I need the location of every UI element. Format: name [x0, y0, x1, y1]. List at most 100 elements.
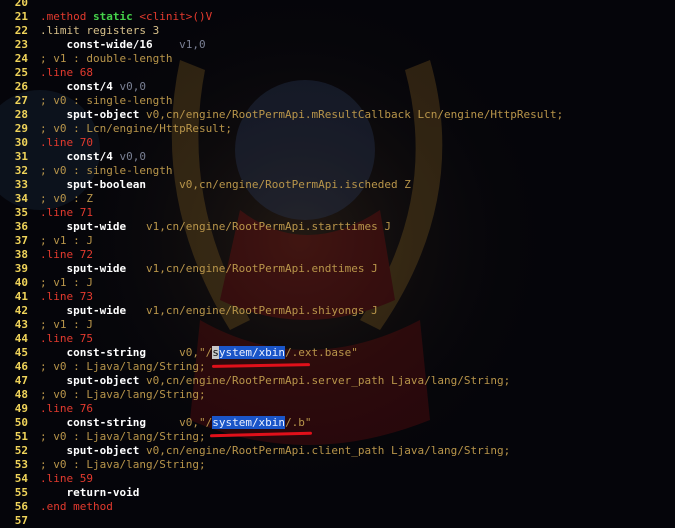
code-text: sput-wide v1,cn/engine/RootPermApi.start… [40, 220, 391, 233]
code-line[interactable]: 33 sput-boolean v0,cn/engine/RootPermApi… [0, 178, 675, 192]
line-number: 36 [14, 220, 28, 233]
code-token: v0,cn/engine/RootPermApi.client_path Lja… [139, 444, 511, 457]
code-line[interactable]: 42 sput-wide v1,cn/engine/RootPermApi.sh… [0, 304, 675, 318]
code-line[interactable]: 28 sput-object v0,cn/engine/RootPermApi.… [0, 108, 675, 122]
line-number: 42 [14, 304, 28, 317]
code-line[interactable]: 20 [0, 0, 675, 10]
code-line[interactable]: 48 ; v0 : Ljava/lang/String; [0, 388, 675, 402]
line-number: 39 [14, 262, 28, 275]
code-token: ; v1 : J [40, 234, 93, 247]
code-token: sput-object [40, 444, 140, 457]
code-token: .line 72 [40, 248, 93, 261]
code-token: .end method [40, 500, 113, 513]
code-token: ystem/xbin [218, 346, 286, 359]
code-text: ; v0 : Z [40, 192, 93, 205]
code-line[interactable]: 46 ; v0 : Ljava/lang/String; [0, 360, 675, 374]
code-line[interactable]: 40 ; v1 : J [0, 276, 675, 290]
code-text: .line 73 [40, 290, 93, 303]
code-token: static [92, 10, 140, 23]
code-text: .line 72 [40, 248, 93, 261]
code-token: ; v1 : J [40, 276, 93, 289]
code-text: .line 75 [40, 332, 93, 345]
code-line[interactable]: 24 ; v1 : double-length [0, 52, 675, 66]
code-line[interactable]: 36 sput-wide v1,cn/engine/RootPermApi.st… [0, 220, 675, 234]
code-token: ; v0 : Ljava/lang/String; [40, 388, 206, 401]
code-line[interactable]: 23 const-wide/16 v1,0 [0, 38, 675, 52]
line-number: 24 [14, 52, 28, 65]
code-text: const-string v0,"/system/xbin/.ext.base" [40, 346, 358, 359]
code-line[interactable]: 52 sput-object v0,cn/engine/RootPermApi.… [0, 444, 675, 458]
line-number: 48 [14, 388, 28, 401]
code-text: ; v0 : Ljava/lang/String; [40, 458, 206, 471]
line-number: 53 [14, 458, 28, 471]
code-text: ; v0 : single-length [40, 94, 172, 107]
line-number: 51 [14, 430, 28, 443]
code-line[interactable]: 25 .line 68 [0, 66, 675, 80]
code-line[interactable]: 35 .line 71 [0, 206, 675, 220]
code-line[interactable]: 41 .line 73 [0, 290, 675, 304]
code-text: sput-wide v1,cn/engine/RootPermApi.endti… [40, 262, 377, 275]
line-number: 31 [14, 150, 28, 163]
code-line[interactable]: 32 ; v0 : single-length [0, 164, 675, 178]
code-text: return-void [40, 486, 139, 499]
code-line[interactable]: 39 sput-wide v1,cn/engine/RootPermApi.en… [0, 262, 675, 276]
code-line[interactable]: 30 .line 70 [0, 136, 675, 150]
code-token: ; v1 : J [40, 318, 93, 331]
code-token: .limit registers 3 [40, 24, 160, 37]
code-line[interactable]: 29 ; v0 : Lcn/engine/HttpResult; [0, 122, 675, 136]
code-text: const-wide/16 v1,0 [40, 38, 206, 51]
line-number: 21 [14, 10, 28, 23]
code-line[interactable]: 21 .method static <clinit>()V [0, 10, 675, 24]
code-line[interactable]: 34 ; v0 : Z [0, 192, 675, 206]
line-number: 34 [14, 192, 28, 205]
code-token: system/xbin [212, 416, 286, 429]
code-line[interactable]: 50 const-string v0,"/system/xbin/.b" [0, 416, 675, 430]
line-number: 56 [14, 500, 28, 513]
code-token: <clinit>()V [139, 10, 213, 23]
code-token: .line 73 [40, 290, 93, 303]
code-text: .line 71 [40, 206, 93, 219]
code-text: sput-boolean v0,cn/engine/RootPermApi.is… [40, 178, 410, 191]
code-token: v0,cn/engine/RootPermApi.mResultCallback… [139, 108, 564, 121]
code-line[interactable]: 38 .line 72 [0, 248, 675, 262]
code-line[interactable]: 43 ; v1 : J [0, 318, 675, 332]
line-number: 57 [14, 514, 28, 527]
code-token: s [212, 346, 219, 359]
code-line[interactable]: 49 .line 76 [0, 402, 675, 416]
code-text: .line 70 [40, 136, 93, 149]
code-line[interactable]: 55 return-void [0, 486, 675, 500]
code-text: .end method [40, 500, 113, 513]
code-token: const-string [40, 346, 146, 359]
code-text: .line 59 [40, 472, 93, 485]
code-line[interactable]: 44 .line 75 [0, 332, 675, 346]
code-line[interactable]: 54 .line 59 [0, 472, 675, 486]
line-number: 30 [14, 136, 28, 149]
code-text: .line 68 [40, 66, 93, 79]
line-number: 26 [14, 80, 28, 93]
code-token: ; v0 : Lcn/engine/HttpResult; [40, 122, 233, 135]
code-line[interactable]: 53 ; v0 : Ljava/lang/String; [0, 458, 675, 472]
code-line[interactable]: 47 sput-object v0,cn/engine/RootPermApi.… [0, 374, 675, 388]
code-token: const/4 [40, 150, 113, 163]
code-token: .line 70 [40, 136, 93, 149]
line-number: 47 [14, 374, 28, 387]
line-number: 52 [14, 444, 28, 457]
code-text: ; v0 : Ljava/lang/String; [40, 360, 206, 373]
code-line[interactable]: 56 .end method [0, 500, 675, 514]
code-line[interactable]: 57 [0, 514, 675, 528]
code-token: v1,cn/engine/RootPermApi.shiyongs J [126, 304, 378, 317]
code-line[interactable]: 45 const-string v0,"/system/xbin/.ext.ba… [0, 346, 675, 360]
line-number: 29 [14, 122, 28, 135]
code-line[interactable]: 22 .limit registers 3 [0, 24, 675, 38]
code-token: ; v0 : Ljava/lang/String; [40, 458, 206, 471]
code-token: sput-wide [40, 220, 127, 233]
code-text: const/4 v0,0 [40, 80, 146, 93]
code-text: .method static <clinit>()V [40, 10, 212, 23]
code-line[interactable]: 31 const/4 v0,0 [0, 150, 675, 164]
code-line[interactable]: 37 ; v1 : J [0, 234, 675, 248]
code-line[interactable]: 26 const/4 v0,0 [0, 80, 675, 94]
code-token: v0,0 [112, 80, 146, 93]
code-line[interactable]: 51 ; v0 : Ljava/lang/String; [0, 430, 675, 444]
code-line[interactable]: 27 ; v0 : single-length [0, 94, 675, 108]
code-token: v1,0 [152, 38, 206, 51]
